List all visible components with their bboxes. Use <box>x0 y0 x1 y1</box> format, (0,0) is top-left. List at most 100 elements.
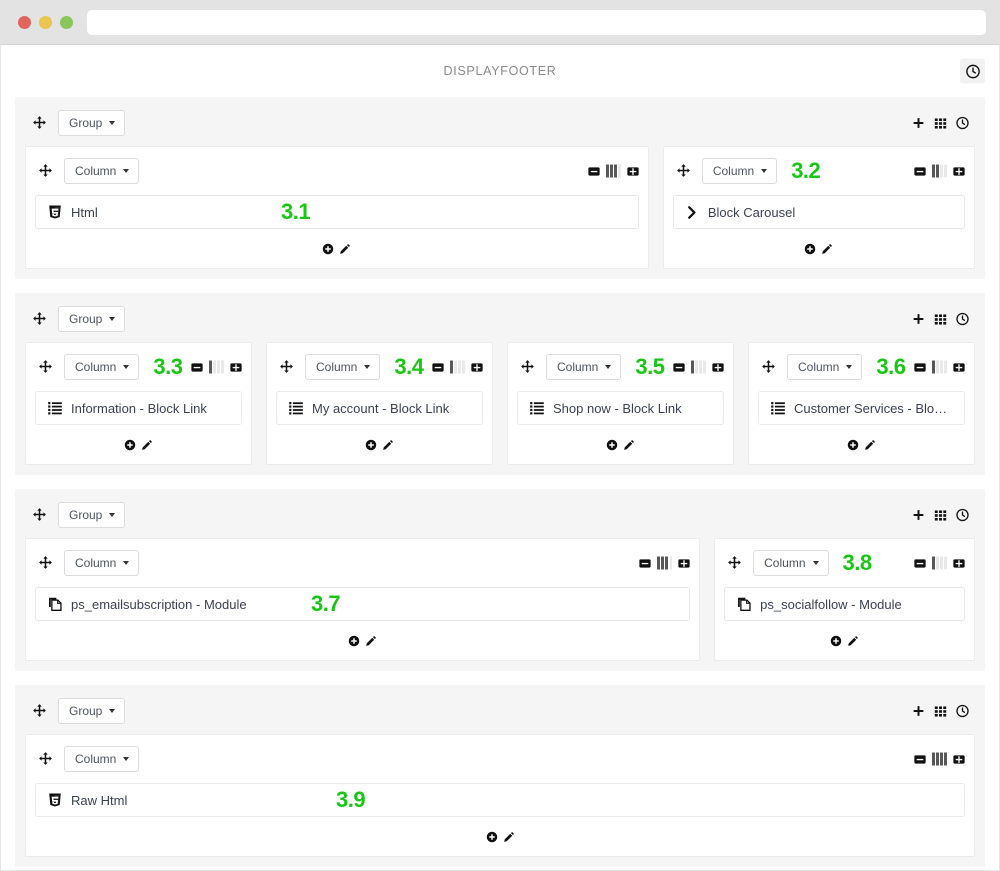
column-shrink-button[interactable] <box>914 165 926 177</box>
column-drag-handle[interactable] <box>38 163 54 179</box>
column-dropdown[interactable]: Column <box>64 158 140 184</box>
group-dropdown[interactable]: Group <box>58 501 126 528</box>
group-dropdown[interactable]: Group <box>58 697 126 724</box>
widget-icon-wrap <box>737 597 751 611</box>
group-dropdown-label: Group <box>69 703 103 718</box>
group-drag-handle[interactable] <box>32 507 48 523</box>
widget-item[interactable]: Customer Services - Block Link <box>758 391 965 425</box>
pencil-icon <box>848 635 859 646</box>
column-drag-handle[interactable] <box>279 359 295 375</box>
column-shrink-button[interactable] <box>673 361 685 373</box>
widget-item[interactable]: Block Carousel <box>672 195 965 229</box>
group-layout-button[interactable] <box>934 312 947 325</box>
column-edit-button[interactable] <box>821 243 833 255</box>
column-drag-handle[interactable] <box>761 359 777 375</box>
column-grow-button[interactable] <box>230 361 242 373</box>
group-history-button[interactable] <box>956 312 969 325</box>
widget-item[interactable]: Information - Block Link <box>35 391 242 425</box>
grip-move-icon <box>728 556 742 569</box>
column-edit-button[interactable] <box>141 439 153 451</box>
column-edit-button[interactable] <box>503 831 515 843</box>
maximize-window-button[interactable] <box>60 15 73 29</box>
column-grow-button[interactable] <box>678 557 690 569</box>
widget-item[interactable]: Shop now - Block Link <box>517 391 724 425</box>
group-history-button[interactable] <box>956 508 969 521</box>
group-layout-button[interactable] <box>934 704 947 717</box>
close-window-button[interactable] <box>18 15 31 29</box>
column-grow-button[interactable] <box>712 361 724 373</box>
column-header: Column <box>35 744 965 774</box>
column-dropdown[interactable]: Column <box>546 354 622 380</box>
column-dropdown[interactable]: Column <box>64 354 140 380</box>
clock-icon <box>956 312 969 325</box>
column-edit-button[interactable] <box>339 243 351 255</box>
column-add-widget-button[interactable] <box>606 439 618 451</box>
column-shrink-button[interactable] <box>914 557 926 569</box>
column-edit-button[interactable] <box>623 439 635 451</box>
column-shrink-button[interactable] <box>432 361 444 373</box>
column-dropdown[interactable]: Column <box>64 746 140 772</box>
minimize-window-button[interactable] <box>39 15 52 29</box>
column-add-widget-button[interactable] <box>124 439 136 451</box>
column-add-widget-button[interactable] <box>365 439 377 451</box>
widget-item[interactable]: ps_emailsubscription - Module 3.7 <box>35 587 691 621</box>
column-drag-handle[interactable] <box>38 751 54 767</box>
column-shrink-button[interactable] <box>914 361 926 373</box>
url-bar[interactable] <box>87 9 986 35</box>
add-column-button[interactable] <box>912 704 925 717</box>
column-shrink-button[interactable] <box>639 557 651 569</box>
column-add-widget-button[interactable] <box>322 243 334 255</box>
column-grow-button[interactable] <box>953 361 965 373</box>
add-column-button[interactable] <box>912 508 925 521</box>
column-add-widget-button[interactable] <box>847 439 859 451</box>
column-drag-handle[interactable] <box>727 555 743 571</box>
column-footer <box>517 425 724 464</box>
column-drag-handle[interactable] <box>38 555 54 571</box>
column-drag-handle[interactable] <box>38 359 54 375</box>
minus-square-icon <box>673 362 685 372</box>
column-grow-button[interactable] <box>953 557 965 569</box>
column-edit-button[interactable] <box>382 439 394 451</box>
group-layout-button[interactable] <box>934 116 947 129</box>
column-edit-button[interactable] <box>365 635 377 647</box>
column-drag-handle[interactable] <box>520 359 536 375</box>
column-grow-button[interactable] <box>953 165 965 177</box>
column-dropdown[interactable]: Column <box>305 354 381 380</box>
add-column-button[interactable] <box>912 116 925 129</box>
column-grow-button[interactable] <box>627 165 639 177</box>
column-dropdown[interactable]: Column <box>787 354 863 380</box>
column-edit-button[interactable] <box>847 635 859 647</box>
widget-item[interactable]: My account - Block Link <box>276 391 483 425</box>
chevron-down-icon <box>812 561 819 565</box>
group-history-button[interactable] <box>956 116 969 129</box>
group-dropdown[interactable]: Group <box>58 305 126 332</box>
column-shrink-button[interactable] <box>588 165 600 177</box>
column-add-widget-button[interactable] <box>804 243 816 255</box>
column-shrink-button[interactable] <box>914 753 926 765</box>
column-width-indicator <box>932 556 947 570</box>
group-drag-handle[interactable] <box>32 115 48 131</box>
group-history-button[interactable] <box>956 704 969 717</box>
widget-icon-wrap <box>48 793 62 807</box>
widget-item[interactable]: Html 3.1 <box>35 195 639 229</box>
column-dropdown[interactable]: Column <box>64 550 140 576</box>
group-layout-button[interactable] <box>934 508 947 521</box>
column-add-widget-button[interactable] <box>486 831 498 843</box>
column-edit-button[interactable] <box>864 439 876 451</box>
column-add-widget-button[interactable] <box>830 635 842 647</box>
column-drag-handle[interactable] <box>676 163 692 179</box>
group-dropdown[interactable]: Group <box>58 109 126 136</box>
hook-settings-button[interactable] <box>960 58 985 84</box>
column-grow-button[interactable] <box>471 361 483 373</box>
add-column-button[interactable] <box>912 312 925 325</box>
width-bar <box>936 360 939 374</box>
widget-item[interactable]: ps_socialfollow - Module <box>724 587 965 621</box>
column-grow-button[interactable] <box>953 753 965 765</box>
group-drag-handle[interactable] <box>32 703 48 719</box>
widget-item[interactable]: Raw Html 3.9 <box>35 783 965 817</box>
group-drag-handle[interactable] <box>32 311 48 327</box>
column-dropdown[interactable]: Column <box>701 158 778 184</box>
column-add-widget-button[interactable] <box>348 635 360 647</box>
column-shrink-button[interactable] <box>191 361 203 373</box>
column-dropdown[interactable]: Column <box>753 550 829 576</box>
